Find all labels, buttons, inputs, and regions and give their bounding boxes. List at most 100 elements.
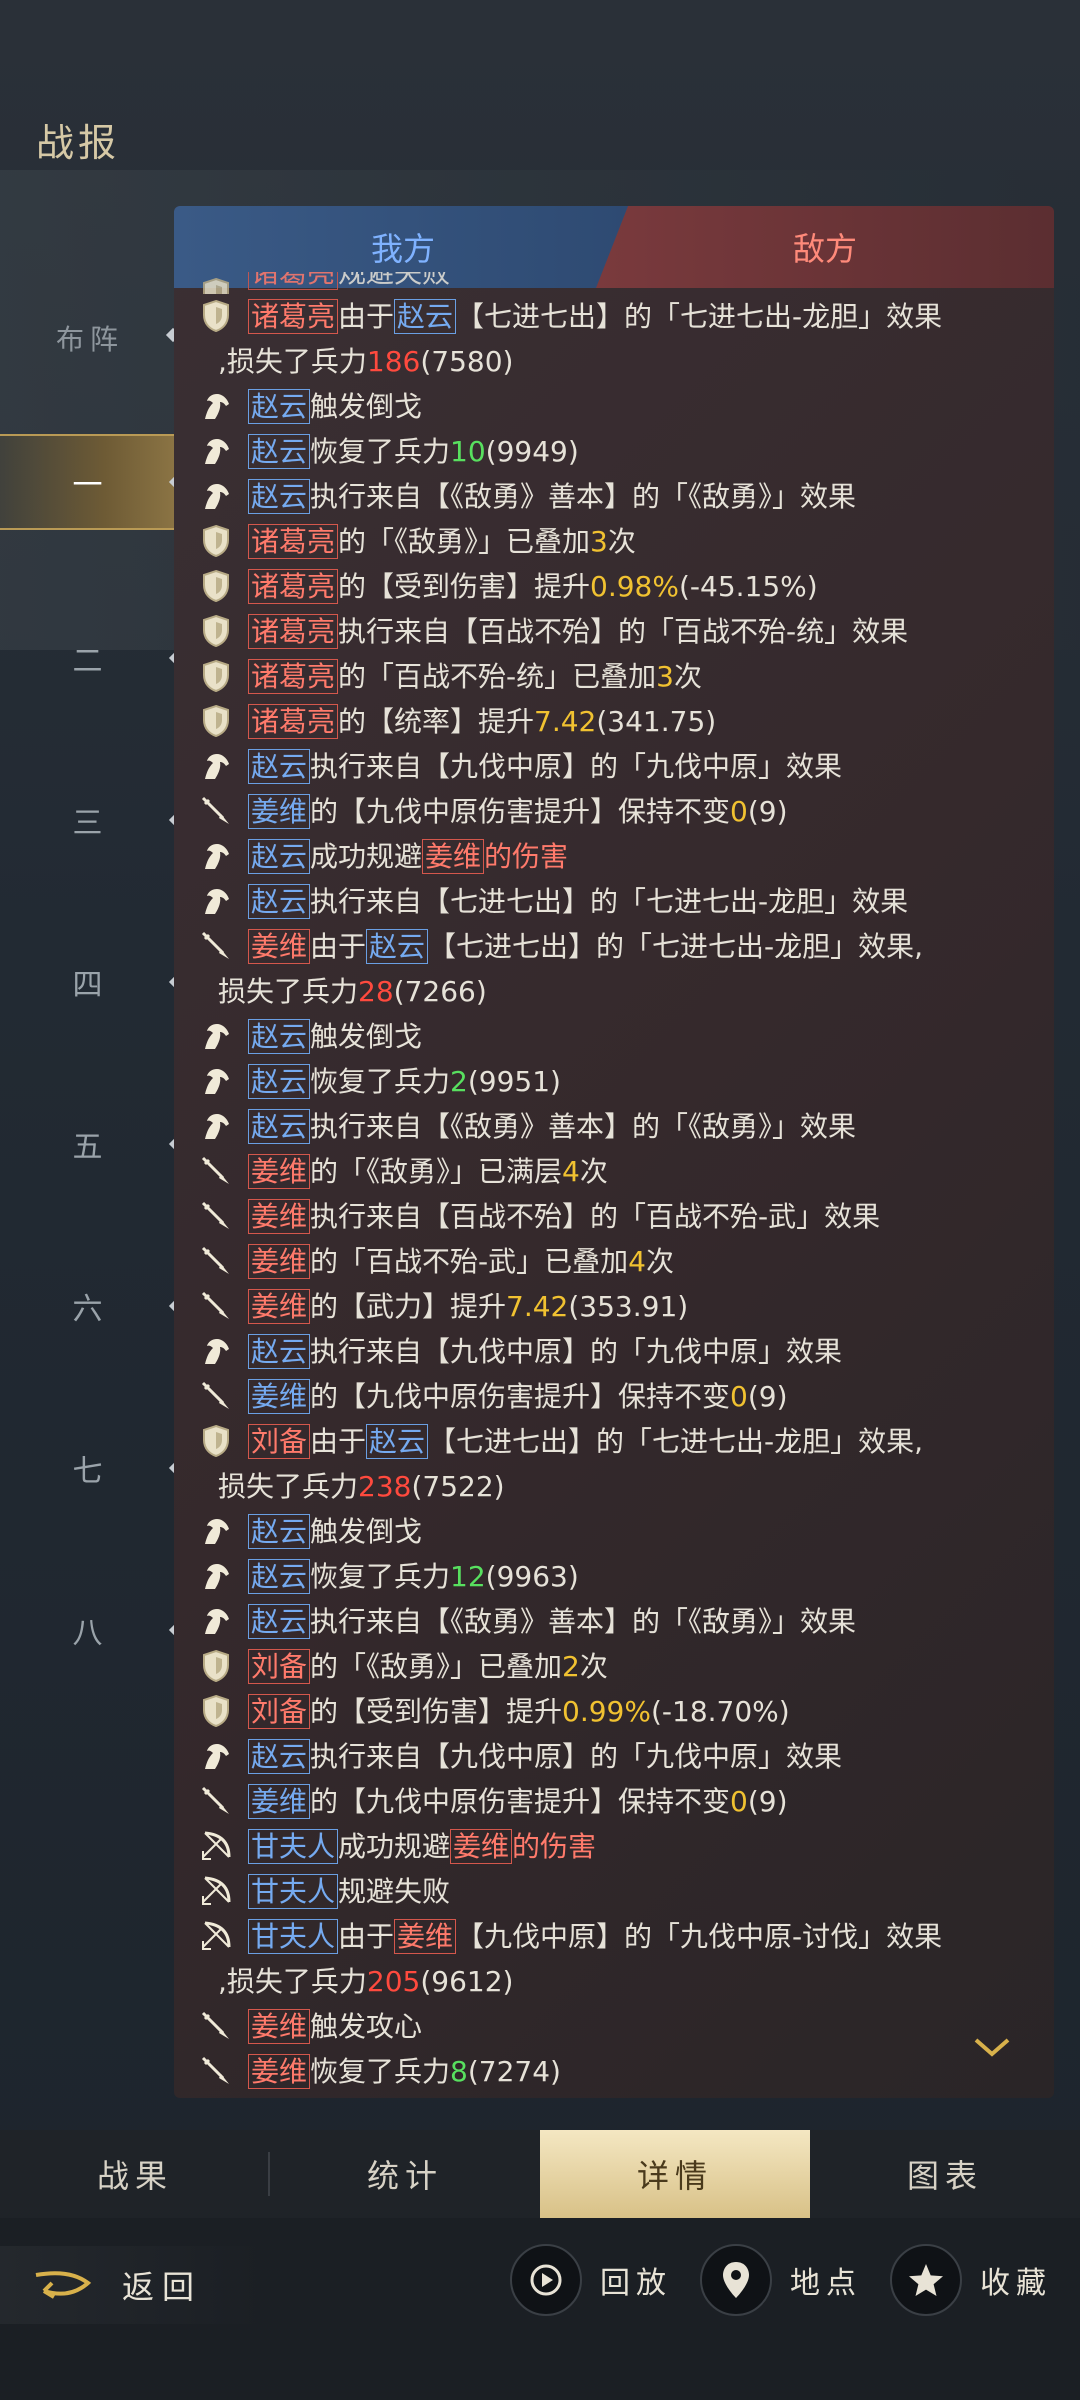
log-text: 执行来自【九伐中原】的「九伐中原」效果 [310,1335,843,1368]
general-name-enemy[interactable]: 刘备 [248,1694,311,1729]
location-button[interactable]: 地点 [700,2244,862,2316]
log-text: 损失了兵力 [218,975,359,1008]
log-text: 执行来自【《敌勇》善本】的「《敌勇》」效果 [310,480,857,513]
general-name-enemy[interactable]: 诸葛亮 [248,524,339,559]
general-name-enemy[interactable]: 诸葛亮 [248,299,339,334]
log-text: 的伤害 [484,840,569,873]
round-tab-7[interactable]: 七 [0,1428,184,1508]
horse-icon [198,1603,234,1639]
tab-details[interactable]: 详情 [540,2130,810,2218]
troop-loss-value: 205 [366,1965,421,1998]
log-text: 的「《敌勇》」已满层 [310,1155,563,1188]
general-name-ally[interactable]: 姜维 [248,1379,311,1414]
round-tab-5[interactable]: 五 [0,1104,184,1184]
general-name-ally[interactable]: 甘夫人 [248,1874,339,1909]
general-name-ally[interactable]: 赵云 [366,929,429,964]
log-text: 的「《敌勇》」已叠加 [338,525,591,558]
round-tab-8[interactable]: 八 [0,1590,184,1670]
general-name-enemy[interactable]: 姜维 [422,839,485,874]
general-name-enemy[interactable]: 诸葛亮 [248,272,339,290]
general-name-ally[interactable]: 赵云 [248,1559,311,1594]
log-text: 触发倒戈 [310,390,423,423]
general-name-enemy[interactable]: 刘备 [248,1424,311,1459]
shield-icon [198,1648,234,1684]
general-name-enemy[interactable]: 诸葛亮 [248,614,339,649]
general-name-ally[interactable]: 赵云 [248,884,311,919]
general-name-ally[interactable]: 赵云 [248,1334,311,1369]
general-name-enemy[interactable]: 姜维 [248,1154,311,1189]
general-name-ally[interactable]: 赵云 [248,479,311,514]
general-name-ally[interactable]: 姜维 [248,794,311,829]
shield-icon [198,298,234,334]
general-name-enemy[interactable]: 姜维 [248,1289,311,1324]
round-tab-1[interactable]: 一 [0,434,184,530]
layout-tab[interactable]: 布阵 [56,318,124,358]
replay-icon [510,2244,582,2316]
replay-button[interactable]: 回放 [510,2244,672,2316]
battle-log-list[interactable]: 诸葛亮 规避失败 诸葛亮 由于 赵云 【七进七出】的「七进七出-龙胆」效果 ,损失了兵力18… [198,272,1038,2098]
shield-icon [198,568,234,604]
log-line: 赵云 触发倒戈 [248,1014,1038,1059]
round-tab-3[interactable]: 三 [0,780,184,860]
horse-icon [198,388,234,424]
general-name-enemy[interactable]: 姜维 [450,1829,513,1864]
log-entry: 赵云 执行来自【《敌勇》善本】的「《敌勇》」效果 [198,1599,1038,1644]
log-entry: 姜维 的「《敌勇》」已满层4次 [198,1149,1038,1194]
tab-results[interactable]: 战果 [0,2130,270,2218]
round-tab-4[interactable]: 四 [0,942,184,1022]
log-entry: 诸葛亮 执行来自【百战不殆】的「百战不殆-统」效果 [198,609,1038,654]
general-name-ally[interactable]: 赵云 [394,299,457,334]
general-name-ally[interactable]: 赵云 [248,839,311,874]
log-text: 执行来自【《敌勇》善本】的「《敌勇》」效果 [310,1110,857,1143]
log-text: (7580) [420,345,514,378]
stat-value: 4 [628,1245,646,1278]
tab-charts[interactable]: 图表 [810,2130,1080,2218]
log-line: 赵云 恢复了兵力2(9951) [248,1059,1038,1104]
log-entry: 诸葛亮 的【统率】提升7.42(341.75) [198,699,1038,744]
general-name-enemy[interactable]: 姜维 [248,1244,311,1279]
general-name-ally[interactable]: 赵云 [248,749,311,784]
log-entry: 刘备 的【受到伤害】提升0.99%(-18.70%) [198,1689,1038,1734]
log-text: 的【受到伤害】提升 [338,570,591,603]
back-button[interactable]: 返回 [0,2246,262,2324]
general-name-ally[interactable]: 赵云 [248,1604,311,1639]
general-name-ally[interactable]: 赵云 [248,1739,311,1774]
log-text: 诸葛亮 规避失败 [248,272,1038,294]
shield-icon [198,1423,234,1459]
scroll-down-chevron-icon[interactable] [974,2038,1010,2058]
general-name-ally[interactable]: 赵云 [248,434,311,469]
general-name-ally[interactable]: 赵云 [248,389,311,424]
general-name-ally[interactable]: 赵云 [248,1514,311,1549]
favorite-button[interactable]: 收藏 [890,2244,1052,2316]
general-name-enemy[interactable]: 姜维 [248,929,311,964]
general-name-enemy[interactable]: 诸葛亮 [248,704,339,739]
general-name-ally[interactable]: 赵云 [248,1019,311,1054]
log-text: 【七进七出】的「七进七出-龙胆」效果 [456,300,943,333]
log-entry: 赵云 执行来自【九伐中原】的「九伐中原」效果 [198,1329,1038,1374]
general-name-enemy[interactable]: 刘备 [248,1649,311,1684]
general-name-enemy[interactable]: 诸葛亮 [248,659,339,694]
general-name-ally[interactable]: 赵云 [248,1109,311,1144]
general-name-ally[interactable]: 姜维 [248,1784,311,1819]
general-name-enemy[interactable]: 姜维 [248,2009,311,2044]
log-text: 的【武力】提升 [310,1290,507,1323]
log-entry: 赵云 执行来自【《敌勇》善本】的「《敌勇》」效果 [198,1104,1038,1149]
tab-stats[interactable]: 统计 [270,2130,540,2218]
log-line-continued: 损失了兵力238(7522) [218,1464,505,1509]
general-name-ally[interactable]: 甘夫人 [248,1919,339,1954]
horse-icon [198,478,234,514]
general-name-ally[interactable]: 甘夫人 [248,1829,339,1864]
round-tab-2[interactable]: 二 [0,618,184,698]
log-entry: 甘夫人 由于 姜维 【九伐中原】的「九伐中原-讨伐」效果 ,损失了兵力205(9612) [198,1914,1038,2004]
general-name-enemy[interactable]: 姜维 [248,2054,311,2089]
general-name-ally[interactable]: 赵云 [366,1424,429,1459]
log-entry: 诸葛亮 由于 赵云 【七进七出】的「七进七出-龙胆」效果 ,损失了兵力186(7580) [198,294,1038,384]
log-text: 恢复了兵力 [310,2055,451,2088]
general-name-enemy[interactable]: 姜维 [248,1199,311,1234]
general-name-enemy[interactable]: 姜维 [394,1919,457,1954]
troop-gain-value: 2 [450,1065,468,1098]
round-tab-6[interactable]: 六 [0,1266,184,1346]
log-entry: 赵云 恢复了兵力12(9963) [198,1554,1038,1599]
general-name-enemy[interactable]: 诸葛亮 [248,569,339,604]
general-name-ally[interactable]: 赵云 [248,1064,311,1099]
